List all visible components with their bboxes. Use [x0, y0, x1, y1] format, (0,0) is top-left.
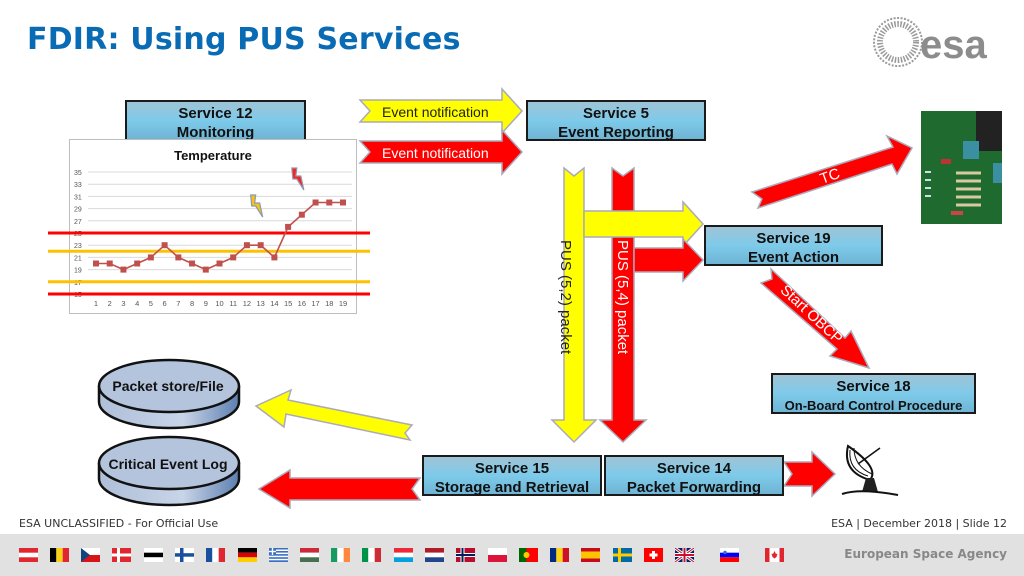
flag-germany-icon: [238, 548, 257, 562]
event-notification-red-label: Event notification: [382, 145, 489, 161]
flag-poland-icon: [488, 548, 507, 562]
pus-54-to-s19-arrow: [633, 237, 705, 283]
flag-czech-republic-icon: [81, 548, 100, 562]
flag-netherlands-icon: [425, 548, 444, 562]
service-5-title: Service 5: [583, 105, 649, 122]
flag-united-kingdom-icon: [675, 548, 694, 562]
flag-switzerland-icon: [644, 548, 663, 562]
flag-greece-icon: [269, 548, 288, 562]
flag-hungary-icon: [300, 548, 319, 562]
flag-norway-icon: [456, 548, 475, 562]
packet-store-disk[interactable]: [96, 358, 242, 432]
service-18-box[interactable]: Service 18 On-Board Control Procedure: [771, 373, 976, 414]
flag-finland-icon: [175, 548, 194, 562]
service-18-subtitle: On-Board Control Procedure: [784, 398, 963, 413]
service-12-title: Service 12: [178, 105, 253, 122]
slide-info: ESA | December 2018 | Slide 12: [831, 517, 1007, 530]
service-15-subtitle: Storage and Retrieval: [434, 479, 590, 496]
spacecraft-hardware-image: [921, 111, 1002, 224]
flag-france-icon: [206, 548, 225, 562]
service-12-box[interactable]: Service 12 Monitoring: [125, 100, 306, 141]
classification-label: ESA UNCLASSIFIED - For Official Use: [19, 517, 219, 530]
service-15-box[interactable]: Service 15 Storage and Retrieval: [422, 455, 602, 496]
flag-canada-icon: [765, 548, 784, 562]
service-18-title: Service 18: [836, 378, 911, 395]
service-5-subtitle: Event Reporting: [558, 124, 674, 141]
service-19-box[interactable]: Service 19 Event Action: [704, 225, 883, 266]
service-5-box[interactable]: Service 5 Event Reporting: [526, 100, 706, 141]
flag-ireland-icon: [331, 548, 350, 562]
flag-belgium-icon: [50, 548, 69, 562]
flag-italy-icon: [362, 548, 381, 562]
flag-romania-icon: [550, 548, 569, 562]
pus-52-label: PUS (5,2) packet: [557, 240, 574, 355]
temperature-chart: [69, 139, 357, 314]
ground-station-dish-icon: [841, 444, 899, 496]
flag-austria-icon: [19, 548, 38, 562]
flag-spain-icon: [581, 548, 600, 562]
service-19-title: Service 19: [756, 230, 831, 247]
to-ground-arrow: [782, 450, 837, 498]
flag-portugal-icon: [519, 548, 538, 562]
to-critical-log-arrow: [257, 468, 422, 510]
to-packet-store-arrow: [254, 388, 414, 442]
service-14-title: Service 14: [656, 460, 732, 477]
critical-event-log-label: Critical Event Log: [108, 456, 228, 472]
flag-estonia-icon: [144, 548, 163, 562]
event-notification-yellow-label: Event notification: [382, 104, 489, 120]
flag-denmark-icon: [112, 548, 131, 562]
flag-sweden-icon: [613, 548, 632, 562]
service-14-subtitle: Packet Forwarding: [626, 479, 762, 496]
service-15-title: Service 15: [474, 460, 550, 477]
flag-luxembourg-icon: [394, 548, 413, 562]
pus-52-to-s19-arrow: [583, 200, 705, 248]
service-14-box[interactable]: Service 14 Packet Forwarding: [604, 455, 784, 496]
pus-54-label: PUS (5,4) packet: [614, 240, 631, 355]
flag-slovenia-icon: [720, 548, 739, 562]
agency-name: European Space Agency: [844, 547, 1007, 561]
service-19-subtitle: Event Action: [747, 249, 840, 266]
packet-store-label: Packet store/File: [112, 378, 224, 394]
